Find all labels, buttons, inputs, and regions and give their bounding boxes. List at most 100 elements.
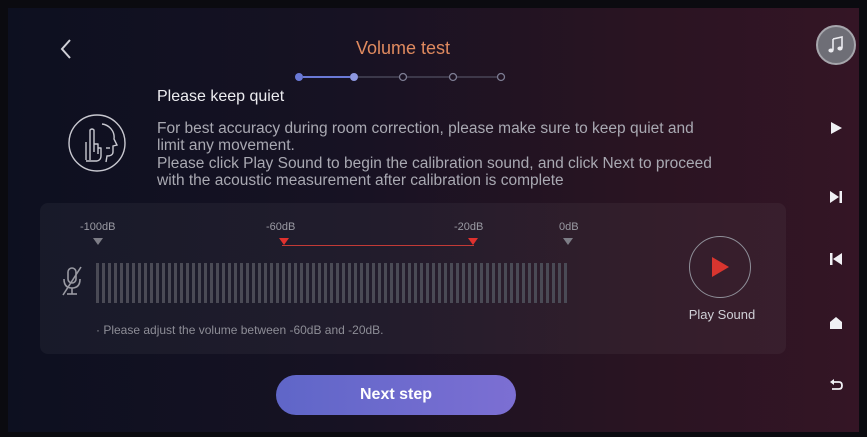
level-bar <box>498 263 501 303</box>
level-bar <box>414 263 417 303</box>
level-bar <box>102 263 105 303</box>
level-bar <box>198 263 201 303</box>
instruction-line: limit any movement. <box>157 137 295 155</box>
skip-previous-icon <box>830 253 842 265</box>
level-bar <box>528 263 531 303</box>
level-bar <box>306 263 309 303</box>
level-bar <box>390 263 393 303</box>
level-bar <box>192 263 195 303</box>
level-bar <box>324 263 327 303</box>
step-dot-3 <box>398 72 408 82</box>
instruction-text: For best accuracy during room correction… <box>157 120 797 189</box>
level-bar <box>186 263 189 303</box>
level-bar <box>432 263 435 303</box>
marker-low <box>279 238 289 245</box>
level-bar <box>504 263 507 303</box>
play-button[interactable] <box>825 117 847 139</box>
level-bar <box>252 263 255 303</box>
next-step-button[interactable]: Next step <box>276 375 516 415</box>
level-bar <box>126 263 129 303</box>
level-bar <box>330 263 333 303</box>
level-bar <box>120 263 123 303</box>
level-bar <box>240 263 243 303</box>
volume-hint: · Please adjust the volume between -60dB… <box>96 323 384 337</box>
music-button[interactable] <box>816 25 856 65</box>
level-bar <box>462 263 465 303</box>
level-bar <box>408 263 411 303</box>
level-bar <box>174 263 177 303</box>
db-label-max: 0dB <box>559 221 579 233</box>
level-bar <box>396 263 399 303</box>
level-bar <box>210 263 213 303</box>
level-bar <box>234 263 237 303</box>
level-bar <box>480 263 483 303</box>
step-progress-indicator <box>295 72 506 82</box>
level-bar <box>312 263 315 303</box>
step-dot-5 <box>496 72 506 82</box>
level-bar <box>372 263 375 303</box>
level-bar <box>420 263 423 303</box>
level-bar <box>342 263 345 303</box>
level-bar <box>348 263 351 303</box>
keep-quiet-icon <box>68 114 126 172</box>
home-button[interactable] <box>825 312 847 334</box>
instruction-heading: Please keep quiet <box>157 88 285 105</box>
db-label-low: -60dB <box>266 221 296 233</box>
level-bar <box>180 263 183 303</box>
marker-high <box>468 238 478 245</box>
return-icon <box>830 379 843 390</box>
level-bar <box>246 263 249 303</box>
level-bar <box>450 263 453 303</box>
level-bar <box>558 263 561 303</box>
instruction-line: For best accuracy during room correction… <box>157 120 694 137</box>
level-bar <box>222 263 225 303</box>
level-bar <box>96 263 99 303</box>
level-bar <box>288 263 291 303</box>
skip-next-icon <box>830 191 842 203</box>
target-range-line <box>282 245 474 246</box>
db-label-high: -20dB <box>454 221 484 233</box>
microphone-muted-icon <box>62 266 82 296</box>
level-bar <box>216 263 219 303</box>
marker-max <box>563 238 573 245</box>
skip-previous-button[interactable] <box>825 248 847 270</box>
level-bar <box>108 263 111 303</box>
db-label-min: -100dB <box>80 221 116 233</box>
level-bar <box>360 263 363 303</box>
volume-test-screen: Volume test Please keep quiet For best a… <box>8 8 859 432</box>
level-bar <box>150 263 153 303</box>
level-bar <box>282 263 285 303</box>
page-title: Volume test <box>355 38 451 58</box>
level-bar <box>552 263 555 303</box>
level-bar <box>270 263 273 303</box>
side-navigation <box>806 8 859 432</box>
level-bar <box>258 263 261 303</box>
instruction-line: Please click Play Sound to begin the cal… <box>157 154 712 172</box>
step-dot-4 <box>448 72 458 82</box>
level-bar <box>132 263 135 303</box>
level-bar <box>318 263 321 303</box>
level-bar <box>516 263 519 303</box>
level-bar <box>426 263 429 303</box>
level-bar <box>138 263 141 303</box>
level-bar <box>264 263 267 303</box>
play-icon <box>712 257 729 277</box>
level-bar <box>492 263 495 303</box>
level-bar <box>540 263 543 303</box>
level-bar <box>384 263 387 303</box>
skip-next-button[interactable] <box>825 186 847 208</box>
play-sound-button[interactable] <box>689 236 751 298</box>
level-bar <box>486 263 489 303</box>
level-bar <box>564 263 567 303</box>
level-bar <box>336 263 339 303</box>
level-bar <box>474 263 477 303</box>
level-bar <box>294 263 297 303</box>
instruction-line: with the acoustic measurement after cali… <box>157 171 564 189</box>
level-bar <box>546 263 549 303</box>
step-dot-2 <box>350 73 358 81</box>
level-bar <box>276 263 279 303</box>
level-bar <box>456 263 459 303</box>
level-bar <box>156 263 159 303</box>
return-button[interactable] <box>825 374 847 396</box>
level-bar <box>438 263 441 303</box>
